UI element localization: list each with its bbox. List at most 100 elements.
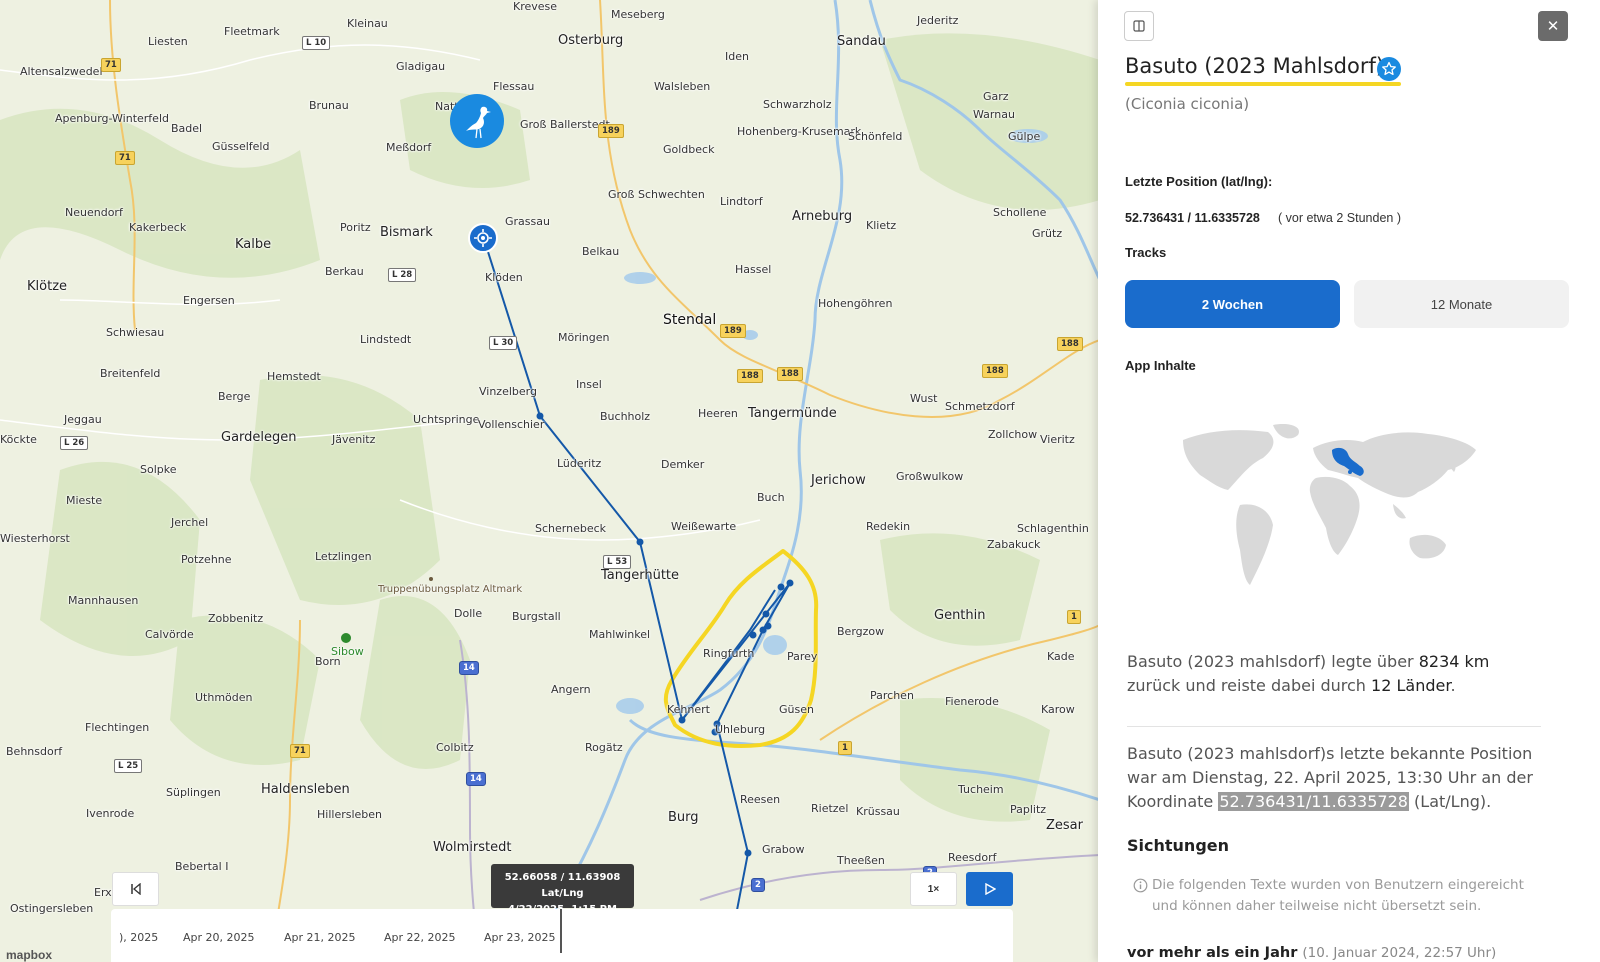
place-label: Uchtspringe — [413, 413, 480, 426]
place-label: Schollene — [993, 206, 1047, 219]
place-label: Kehnert — [667, 703, 710, 716]
timeline-scrubber[interactable]: ), 2025 Apr 20, 2025 Apr 21, 2025 Apr 22… — [111, 909, 1013, 962]
place-label: Mieste — [66, 494, 103, 507]
travel-summary: Basuto (2023 mahlsdorf) legte über 8234 … — [1127, 650, 1547, 698]
track-point-tooltip: 52.66058 / 11.63908 Lat/Lng 4/22/2025, 1… — [491, 864, 634, 915]
place-label: Gülpe — [1008, 130, 1041, 143]
place-label: Heeren — [698, 407, 738, 420]
place-label: Bismark — [380, 225, 433, 240]
timeline-tick: Apr 21, 2025 — [284, 931, 356, 944]
place-label: Rogätz — [585, 741, 623, 754]
place-label: Demker — [661, 458, 705, 471]
place-label: Fienerode — [945, 695, 999, 708]
place-label: Schmetzdorf — [945, 400, 1015, 413]
place-label: Jerchel — [171, 516, 209, 529]
sightings-heading: Sichtungen — [1127, 836, 1230, 855]
place-label: Kalbe — [235, 237, 272, 252]
sighting-date: (10. Januar 2024, 22:57 Uhr) — [1302, 945, 1497, 961]
crosshair-icon — [474, 229, 492, 247]
place-label: Liesten — [148, 35, 188, 48]
place-label: Parey — [787, 650, 818, 663]
place-label: Jeggau — [64, 413, 102, 426]
place-label: Ringfurth — [703, 647, 755, 660]
sidebar-toggle-icon — [1133, 20, 1145, 32]
map-view[interactable]: Krevese Meseberg Kleinau Sandau Jederitz Flee… — [0, 0, 1100, 962]
place-label: Fleetmark — [224, 25, 280, 38]
summary-distance: 8234 km — [1418, 652, 1490, 671]
last-known-position-text: Basuto (2023 mahlsdorf)s letzte bekannte… — [1127, 742, 1547, 814]
timeline-tick: Apr 22, 2025 — [384, 931, 456, 944]
place-label: Arneburg — [792, 209, 853, 224]
place-label: Zabakuck — [987, 538, 1041, 551]
place-label: Reesen — [740, 793, 781, 806]
world-overview-map — [1183, 424, 1476, 585]
playback-speed-button[interactable]: 1× — [910, 872, 957, 906]
park-label: Sibow — [331, 645, 364, 658]
last-known-coordinate[interactable]: 52.736431/11.6335728 — [1218, 792, 1409, 811]
place-label: Osterburg — [558, 33, 624, 48]
track-points — [536, 412, 794, 857]
bird-marker[interactable] — [450, 94, 504, 148]
place-label: Zesar — [1046, 818, 1083, 833]
place-label: Hillersleben — [317, 808, 383, 821]
place-label: Grütz — [1032, 227, 1063, 240]
species-name: (Ciconia ciconia) — [1125, 95, 1250, 113]
place-label: Groß Schwechten — [608, 188, 705, 201]
place-label: Apenburg-Winterfeld — [55, 112, 169, 125]
place-label: Schwarzholz — [763, 98, 832, 111]
road-shield: 188 — [1057, 337, 1083, 351]
place-label: Flechtingen — [85, 721, 150, 734]
place-label: Hemstedt — [267, 370, 321, 383]
track-12-months-button[interactable]: 12 Monate — [1354, 280, 1569, 328]
place-label: Brunau — [309, 99, 349, 112]
place-label: Poritz — [340, 221, 371, 234]
place-label: Ivenrode — [86, 807, 135, 820]
place-label: Neuendorf — [65, 206, 123, 219]
place-label: Haldensleben — [261, 782, 350, 797]
star-icon — [1377, 57, 1401, 81]
place-label: Warnau — [973, 108, 1015, 121]
place-label: Flessau — [493, 80, 535, 93]
road-shield: 188 — [737, 369, 763, 383]
place-label: Möringen — [558, 331, 610, 344]
place-label: Rietzel — [811, 802, 849, 815]
special-area-label: Truppenübungsplatz Altmark — [378, 584, 523, 595]
place-label: Meßdorf — [386, 141, 432, 154]
place-label: Reesdorf — [948, 851, 997, 864]
close-button[interactable]: ✕ — [1538, 11, 1568, 41]
timeline-tick: ), 2025 — [119, 931, 159, 944]
road-shield: 14 — [466, 772, 486, 786]
place-label: Tangerhütte — [601, 568, 680, 583]
place-label: Jederitz — [917, 14, 959, 27]
place-label: Mahlwinkel — [589, 628, 651, 641]
place-label: Breitenfeld — [100, 367, 161, 380]
sighting-age: vor mehr als ein Jahr — [1127, 945, 1298, 961]
mapbox-logo[interactable]: mapbox — [6, 948, 52, 962]
summary-text: Basuto (2023 mahlsdorf) legte über — [1127, 652, 1419, 671]
place-label: Hassel — [735, 263, 772, 276]
summary-countries: 12 Länder — [1371, 676, 1451, 695]
current-position-marker[interactable] — [468, 223, 498, 253]
play-button[interactable] — [966, 872, 1013, 906]
place-label: Badel — [171, 122, 203, 135]
panel-toggle-button[interactable] — [1124, 11, 1154, 41]
place-label: Mannhausen — [68, 594, 139, 607]
place-label: Burgstall — [512, 610, 561, 623]
place-label: Garz — [983, 90, 1009, 103]
track-2-weeks-button[interactable]: 2 Wochen — [1125, 280, 1340, 328]
place-label: Karow — [1041, 703, 1075, 716]
sighting-entry-title: vor mehr als ein Jahr (10. Januar 2024, … — [1127, 945, 1496, 961]
timeline-cursor[interactable] — [560, 909, 562, 953]
road-shield: L 25 — [114, 759, 143, 773]
place-label: Walsleben — [654, 80, 711, 93]
place-label: Hohenberg-Krusemark — [737, 125, 862, 138]
skip-back-button[interactable] — [112, 872, 159, 906]
last-position-value: 52.736431 / 11.6335728 — [1125, 211, 1260, 225]
place-label: Klöden — [485, 271, 523, 284]
place-label: Potzehne — [181, 553, 232, 566]
place-label: Vollenschier — [478, 418, 545, 431]
road-shield: 189 — [720, 324, 746, 338]
place-label: Engersen — [183, 294, 235, 307]
place-label: Uhleburg — [715, 723, 766, 736]
tracks-label: Tracks — [1125, 245, 1167, 260]
